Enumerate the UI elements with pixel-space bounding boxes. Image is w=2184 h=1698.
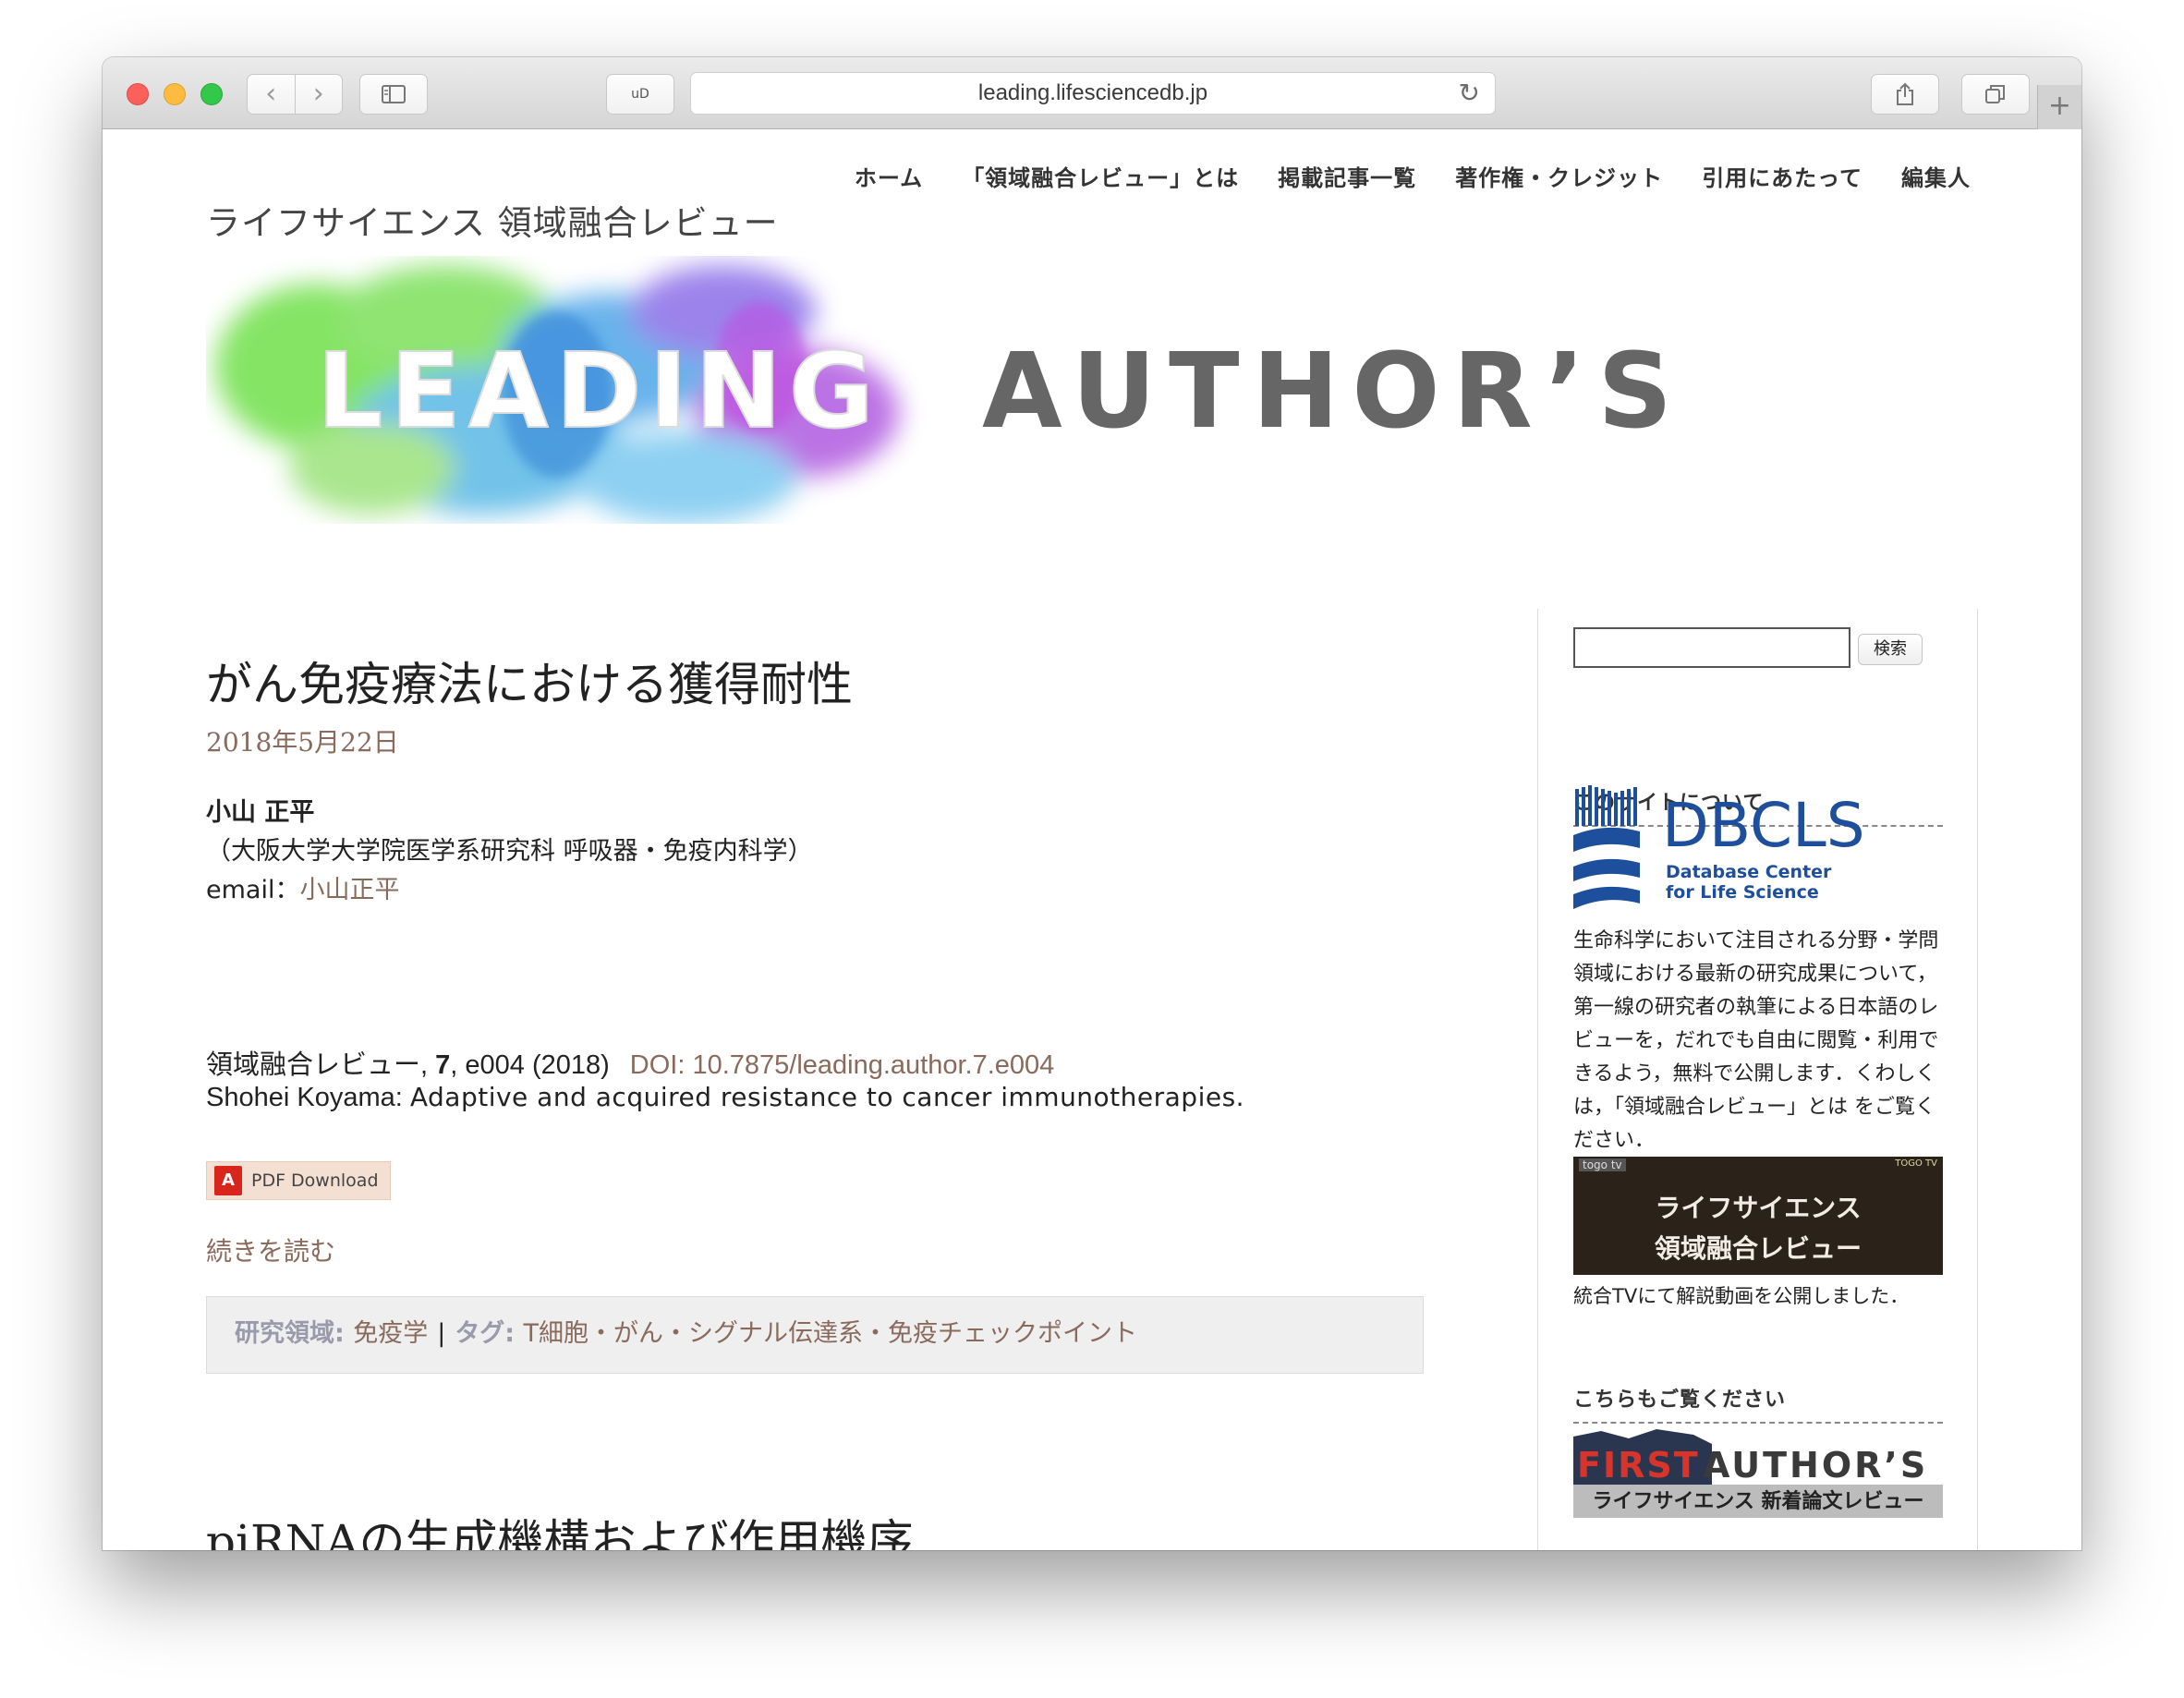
- post-meta-box: 研究領域: 免疫学 | タグ: T細胞・がん・シグナル伝達系・免疫チェックポイント: [206, 1296, 1424, 1374]
- sidebar-icon: [382, 85, 406, 103]
- browser-toolbar: ‹ › uD leading.lifesciencedb.jp ↻ +: [103, 57, 2081, 129]
- tabs-icon: [1985, 85, 2005, 103]
- author-affiliation: （大阪大学大学院医学系研究科 呼吸器・免疫内科学）: [206, 837, 813, 866]
- pdf-download-button[interactable]: A PDF Download: [206, 1161, 391, 1200]
- dbcls-helix-icon: DBCLS Database Center for Life Science: [1573, 785, 1865, 909]
- sidebar-border-left: [1537, 609, 1538, 1550]
- english-title: Adaptive and acquired resistance to canc…: [409, 1082, 1245, 1112]
- post-title[interactable]: がん免疫療法における獲得耐性: [206, 648, 853, 714]
- browser-window: ‹ › uD leading.lifesciencedb.jp ↻ + ホーム …: [103, 57, 2081, 1550]
- close-window-button[interactable]: [127, 83, 149, 105]
- extension-button[interactable]: uD: [606, 74, 674, 115]
- nav-about[interactable]: 「領域融合レビュー」とは: [962, 160, 1239, 192]
- video-logo-tag: TOGO TV: [1895, 1158, 1937, 1169]
- email-label: email：: [206, 876, 300, 904]
- field-label: 研究領域:: [235, 1319, 354, 1348]
- citation-volume: 7: [435, 1050, 451, 1080]
- maximize-window-button[interactable]: [200, 83, 223, 105]
- post-date[interactable]: 2018年5月22日: [206, 722, 399, 759]
- web-page: ホーム 「領域融合レビュー」とは 掲載記事一覧 著作権・クレジット 引用にあたっ…: [103, 130, 2081, 1550]
- new-tab-button[interactable]: +: [2037, 85, 2081, 129]
- site-banner[interactable]: LEADING AUTHOR’S: [206, 256, 2026, 524]
- minimize-window-button[interactable]: [164, 83, 186, 105]
- search-button[interactable]: 検索: [1858, 634, 1923, 665]
- citation-rest: , e004 (2018): [450, 1050, 610, 1080]
- banner-word-leading: LEADING: [317, 332, 881, 452]
- doi-link[interactable]: DOI: 10.7875/leading.author.7.e004: [630, 1050, 1055, 1080]
- nav-editors[interactable]: 編集人: [1901, 160, 1971, 192]
- also-widget-title: こちらもご覧ください: [1573, 1389, 1787, 1412]
- banner-word-authors: AUTHOR’S: [982, 332, 1685, 452]
- tag-label: タグ:: [455, 1319, 524, 1348]
- search-input[interactable]: [1573, 627, 1850, 668]
- show-tabs-button[interactable]: [1961, 74, 2030, 115]
- author-email: email：小山正平: [206, 869, 399, 905]
- citation-journal: 領域融合レビュー,: [206, 1050, 436, 1080]
- first-authors-subtitle: ライフサイエンス 新着論文レビュー: [1573, 1485, 1943, 1518]
- video-title-line2: 領域融合レビュー: [1654, 1233, 1862, 1264]
- address-bar[interactable]: leading.lifesciencedb.jp ↻: [690, 72, 1496, 115]
- meta-separator: |: [437, 1319, 446, 1348]
- forward-button[interactable]: ›: [295, 76, 342, 113]
- dbcls-logo[interactable]: DBCLS Database Center for Life Science: [1573, 782, 1878, 920]
- english-citation: Shohei Koyama: Adaptive and acquired res…: [206, 1082, 1244, 1113]
- english-author: Shohei Koyama:: [206, 1083, 410, 1112]
- about-description: 生命科学において注目される分野・学問領域における最新の研究成果について，第一線の…: [1573, 929, 1939, 1152]
- svg-text:Database Center: Database Center: [1666, 862, 1832, 882]
- share-button[interactable]: [1871, 74, 1939, 115]
- sidebar-border-right: [1977, 609, 1978, 1550]
- banner-logo: LEADING AUTHOR’S: [215, 265, 1685, 524]
- video-caption: 統合TVにて解説動画を公開しました．: [1573, 1285, 1910, 1307]
- sidebar-toggle-button[interactable]: [359, 74, 428, 115]
- first-word: FIRST: [1577, 1445, 1700, 1485]
- reload-icon[interactable]: ↻: [1459, 73, 1480, 114]
- pdf-download-label: PDF Download: [251, 1170, 379, 1191]
- email-link[interactable]: 小山正平: [299, 876, 399, 904]
- authors-word: AUTHOR’S: [1703, 1445, 1928, 1485]
- url-text: leading.lifesciencedb.jp: [977, 80, 1208, 105]
- citation-line: 領域融合レビュー, 7, e004 (2018) DOI: 10.7875/lea…: [206, 1043, 1054, 1082]
- history-nav-group: ‹ ›: [247, 74, 343, 115]
- dbcls-wordmark: DBCLS: [1662, 790, 1865, 861]
- video-channel-tag: togo tv: [1579, 1158, 1626, 1171]
- next-post-title[interactable]: piRNAの生成機構および作用機序: [206, 1505, 914, 1550]
- read-more-link[interactable]: 続きを読む: [206, 1231, 335, 1268]
- nav-home[interactable]: ホーム: [855, 160, 923, 192]
- nav-citation[interactable]: 引用にあたって: [1702, 160, 1862, 192]
- top-navigation: ホーム 「領域融合レビュー」とは 掲載記事一覧 著作権・クレジット 引用にあたっ…: [816, 160, 1971, 192]
- first-authors-banner[interactable]: FIRST AUTHOR’S ライフサイエンス 新着論文レビュー: [1573, 1425, 1943, 1518]
- tag-links[interactable]: T細胞・がん・シグナル伝達系・免疫チェックポイント: [524, 1319, 1138, 1348]
- site-title[interactable]: ライフサイエンス 領域融合レビュー: [206, 195, 779, 245]
- video-title-line1: ライフサイエンス: [1655, 1193, 1862, 1223]
- nav-copyright[interactable]: 著作権・クレジット: [1455, 160, 1663, 192]
- video-thumbnail[interactable]: togo tv TOGO TV ライフサイエンス 領域融合レビュー: [1573, 1157, 1943, 1275]
- svg-text:for Life Science: for Life Science: [1666, 882, 1819, 903]
- first-authors-logo: FIRST AUTHOR’S: [1573, 1425, 1943, 1486]
- nav-articles[interactable]: 掲載記事一覧: [1278, 160, 1416, 192]
- share-icon: [1897, 82, 1913, 105]
- also-widget-rule: [1573, 1422, 1943, 1424]
- pdf-icon: A: [214, 1166, 242, 1195]
- field-link[interactable]: 免疫学: [353, 1319, 428, 1348]
- back-button[interactable]: ‹: [248, 76, 295, 113]
- author-name: 小山 正平: [206, 798, 315, 827]
